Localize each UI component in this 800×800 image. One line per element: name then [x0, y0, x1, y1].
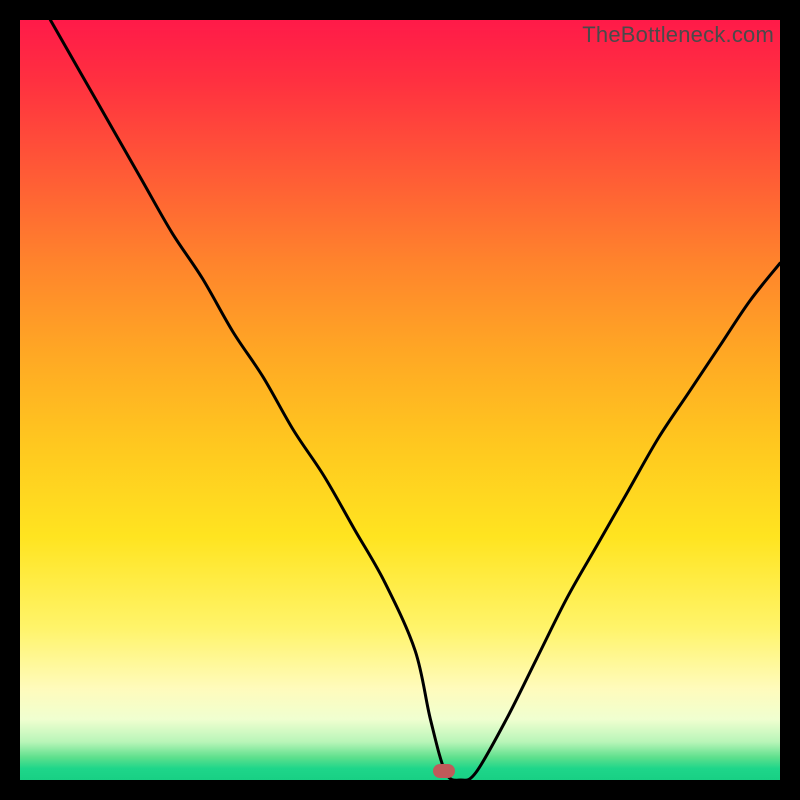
watermark-text: TheBottleneck.com — [582, 22, 774, 48]
bottleneck-curve — [20, 20, 780, 780]
optimal-point-marker — [433, 764, 455, 778]
plot-area: TheBottleneck.com — [20, 20, 780, 780]
curve-path — [50, 20, 780, 780]
chart-frame: TheBottleneck.com — [0, 0, 800, 800]
